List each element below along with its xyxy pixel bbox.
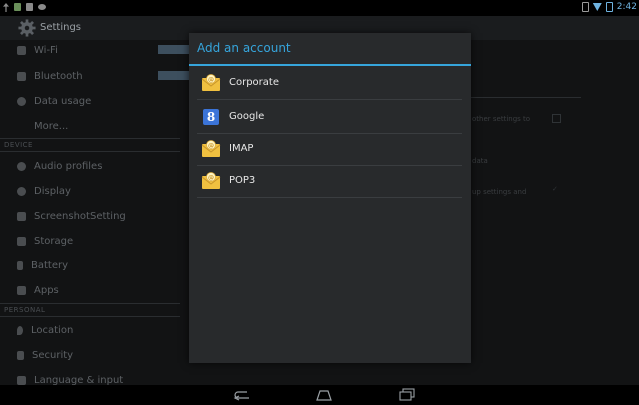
settings-item-bluetooth[interactable]: Bluetooth <box>0 65 180 87</box>
audio-icon <box>17 161 26 171</box>
navigation-bar <box>0 385 639 405</box>
account-option-imap[interactable]: @ IMAP <box>197 132 462 166</box>
more-spacer <box>17 122 26 131</box>
account-option-label: Corporate <box>229 77 279 88</box>
gear-icon[interactable] <box>18 19 36 37</box>
checkbox[interactable] <box>552 114 561 123</box>
notification-android-icon <box>38 4 46 10</box>
bluetooth-toggle[interactable] <box>158 71 190 80</box>
wifi-icon <box>17 45 26 55</box>
notification-icons <box>3 3 46 12</box>
recent-apps-icon[interactable] <box>397 388 417 402</box>
status-bar: 2:42 <box>0 0 639 16</box>
right-hint-text: data <box>472 157 488 165</box>
settings-item-wifi[interactable]: Wi-Fi <box>0 40 180 61</box>
page-title: Settings <box>40 22 82 33</box>
settings-item-battery[interactable]: Battery <box>0 254 180 276</box>
right-hint-text: other settings to <box>472 115 531 123</box>
system-icons: 2:42 <box>581 2 637 12</box>
lock-icon <box>17 350 24 360</box>
settings-item-security[interactable]: Security <box>0 344 180 366</box>
data-usage-icon <box>17 96 26 106</box>
notification-app-icon <box>14 3 21 11</box>
settings-item-screenshot[interactable]: ScreenshotSetting <box>0 205 180 227</box>
svg-text:@: @ <box>208 142 214 149</box>
settings-item-audio-profiles[interactable]: Audio profiles <box>0 155 180 177</box>
account-option-label: POP3 <box>229 175 256 186</box>
camera-icon <box>17 211 26 221</box>
account-option-google[interactable]: 8 Google <box>197 100 462 134</box>
divider <box>0 138 180 139</box>
account-option-label: Google <box>229 111 265 122</box>
account-option-label: IMAP <box>229 143 254 154</box>
email-envelope-icon: @ <box>201 139 221 157</box>
vibrate-icon <box>581 2 589 12</box>
account-option-pop3[interactable]: @ POP3 <box>197 164 462 198</box>
add-account-dialog: Add an account @ Corporate 8 Google @ IM… <box>189 33 471 363</box>
settings-item-apps[interactable]: Apps <box>0 279 180 301</box>
clock: 2:42 <box>616 2 637 12</box>
display-icon <box>17 186 26 196</box>
location-icon <box>17 325 23 335</box>
settings-item-storage[interactable]: Storage <box>0 230 180 252</box>
usb-icon <box>3 3 9 12</box>
google-icon: 8 <box>203 108 219 125</box>
dialog-title: Add an account <box>197 41 291 55</box>
settings-item-data-usage[interactable]: Data usage <box>0 90 180 112</box>
svg-text:@: @ <box>208 174 214 181</box>
wifi-signal-icon <box>592 3 602 11</box>
back-icon[interactable] <box>232 388 252 402</box>
settings-item-language[interactable]: Language & input <box>0 369 180 385</box>
divider <box>0 151 180 152</box>
keyboard-icon <box>17 375 26 385</box>
notification-sim-icon <box>26 3 33 11</box>
home-icon[interactable] <box>314 388 334 402</box>
wifi-toggle[interactable] <box>158 45 190 54</box>
storage-icon <box>17 236 26 246</box>
settings-item-more[interactable]: More... <box>0 115 180 137</box>
bluetooth-icon <box>17 71 26 81</box>
apps-icon <box>17 285 26 295</box>
svg-text:@: @ <box>208 76 214 83</box>
divider <box>471 97 581 98</box>
divider <box>0 316 180 317</box>
right-hint-text: up settings and <box>472 188 527 196</box>
battery-icon <box>605 2 613 12</box>
email-envelope-icon: @ <box>201 171 221 189</box>
settings-item-location[interactable]: Location <box>0 319 180 341</box>
divider <box>0 303 180 304</box>
section-header-personal: PERSONAL <box>4 306 46 314</box>
section-header-device: DEVICE <box>4 141 33 149</box>
settings-item-display[interactable]: Display <box>0 180 180 202</box>
battery-icon <box>17 260 23 270</box>
checkmark-icon[interactable]: ✓ <box>552 185 558 193</box>
email-envelope-icon: @ <box>201 73 221 91</box>
account-option-corporate[interactable]: @ Corporate <box>197 66 462 100</box>
